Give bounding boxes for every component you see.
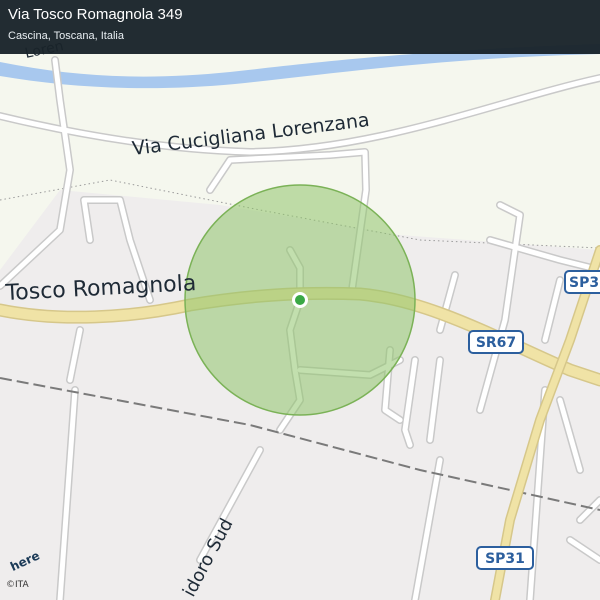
- map-canvas[interactable]: Tosco Romagnola Via Cucigliana Lorenzana…: [0, 0, 600, 600]
- address-subtitle: Cascina, Toscana, Italia: [8, 30, 124, 42]
- map-view[interactable]: Tosco Romagnola Via Cucigliana Lorenzana…: [0, 0, 600, 600]
- svg-text:SR67: SR67: [476, 335, 516, 351]
- location-header: Via Tosco Romagnola 349 Cascina, Toscana…: [0, 0, 600, 54]
- road-shield-sp31: SP31: [476, 546, 534, 570]
- address-title: Via Tosco Romagnola 349: [8, 6, 183, 23]
- copyright-text: ©ITA: [6, 580, 29, 590]
- road-shield-sp3: SP3: [564, 270, 600, 294]
- here-logo: here ©ITA: [6, 548, 45, 590]
- current-location-marker[interactable]: [292, 292, 308, 308]
- svg-text:SP3: SP3: [569, 275, 599, 291]
- svg-text:SP31: SP31: [485, 551, 525, 567]
- road-shield-sr67: SR67: [468, 330, 524, 354]
